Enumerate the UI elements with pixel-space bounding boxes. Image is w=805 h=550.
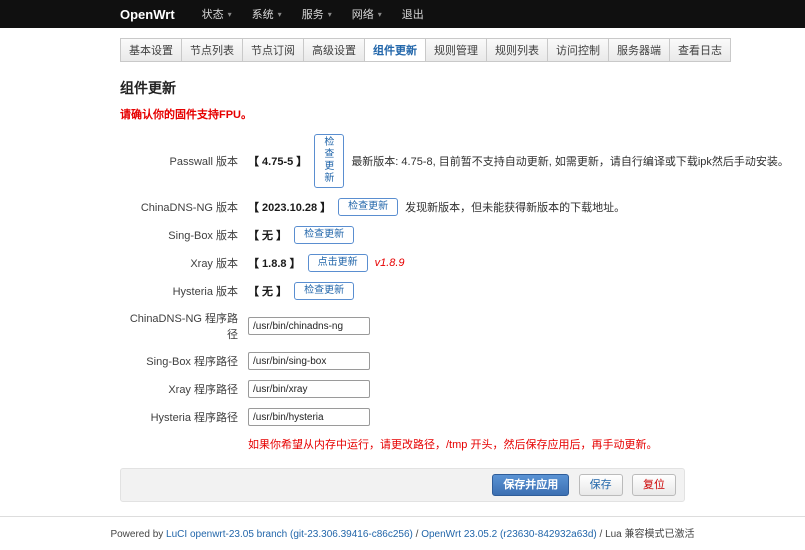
tab-rule-manage[interactable]: 规则管理: [425, 38, 487, 62]
menu-network[interactable]: 网络 ▾: [343, 0, 391, 28]
singbox-version-row: Sing-Box 版本 【 无 】 检查更新: [120, 226, 685, 244]
hysteria-path-input[interactable]: [248, 408, 370, 426]
footer-separator: /: [413, 529, 421, 540]
xray-click-update-button[interactable]: 点击更新: [308, 254, 368, 272]
menu-status[interactable]: 状态 ▾: [193, 0, 241, 28]
tab-server-side[interactable]: 服务器端: [608, 38, 670, 62]
save-apply-button[interactable]: 保存并应用: [492, 474, 569, 496]
save-button[interactable]: 保存: [579, 474, 623, 496]
page-title: 组件更新: [120, 78, 685, 98]
chinadns-version-value: 【 2023.10.28 】: [248, 199, 331, 215]
passwall-version-value: 【 4.75-5 】: [248, 153, 307, 169]
hysteria-path-row: Hysteria 程序路径: [120, 408, 685, 426]
hysteria-check-update-button[interactable]: 检查更新: [294, 282, 354, 300]
singbox-version-value: 【 无 】: [248, 227, 287, 243]
page-footer: Powered by LuCI openwrt-23.05 branch (gi…: [0, 516, 805, 550]
lua-mode-text: Lua 兼容模式已激活: [605, 529, 694, 540]
singbox-path-row: Sing-Box 程序路径: [120, 352, 685, 370]
hysteria-version-label: Hysteria 版本: [120, 283, 238, 299]
chevron-down-icon: ▾: [378, 10, 382, 19]
tab-rule-list[interactable]: 规则列表: [486, 38, 548, 62]
xray-path-input[interactable]: [248, 380, 370, 398]
tab-basic-settings[interactable]: 基本设置: [120, 38, 182, 62]
passwall-version-label: Passwall 版本: [120, 153, 238, 169]
top-navbar: OpenWrt 状态 ▾ 系统 ▾ 服务 ▾ 网络 ▾ 退出: [0, 0, 805, 28]
fpu-warning: 请确认你的固件支持FPU。: [120, 106, 685, 122]
menu-network-label: 网络: [352, 6, 374, 22]
menu-status-label: 状态: [202, 6, 224, 22]
menu-services-label: 服务: [302, 6, 324, 22]
tab-node-subscribe[interactable]: 节点订阅: [242, 38, 304, 62]
chevron-down-icon: ▾: [278, 10, 282, 19]
hysteria-version-value: 【 无 】: [248, 283, 287, 299]
xray-version-row: Xray 版本 【 1.8.8 】 点击更新 v1.8.9: [120, 254, 685, 272]
chevron-down-icon: ▾: [328, 10, 332, 19]
page-actions: 保存并应用 保存 复位: [120, 468, 685, 502]
tab-component-update[interactable]: 组件更新: [364, 38, 426, 62]
brand-logo[interactable]: OpenWrt: [120, 7, 175, 22]
passwall-version-row: Passwall 版本 【 4.75-5 】 检查更新 最新版本: 4.75-8…: [120, 134, 685, 188]
xray-new-version-note: v1.8.9: [375, 257, 405, 269]
menu-logout[interactable]: 退出: [393, 0, 433, 28]
reset-button[interactable]: 复位: [632, 474, 676, 496]
menu-services[interactable]: 服务 ▾: [293, 0, 341, 28]
xray-path-row: Xray 程序路径: [120, 380, 685, 398]
hysteria-path-label: Hysteria 程序路径: [120, 409, 238, 425]
xray-path-label: Xray 程序路径: [120, 381, 238, 397]
tab-advanced-settings[interactable]: 高级设置: [303, 38, 365, 62]
main-content: 基本设置 节点列表 节点订阅 高级设置 组件更新 规则管理 规则列表 访问控制 …: [120, 38, 685, 502]
xray-version-label: Xray 版本: [120, 255, 238, 271]
luci-version-link[interactable]: LuCI openwrt-23.05 branch (git-23.306.39…: [166, 529, 413, 540]
footer-separator: /: [597, 529, 605, 540]
chevron-down-icon: ▾: [228, 10, 232, 19]
singbox-path-label: Sing-Box 程序路径: [120, 353, 238, 369]
passwall-check-update-button[interactable]: 检查更新: [314, 134, 344, 188]
menu-logout-label: 退出: [402, 6, 424, 22]
top-menu: 状态 ▾ 系统 ▾ 服务 ▾ 网络 ▾ 退出: [193, 0, 433, 28]
menu-system[interactable]: 系统 ▾: [243, 0, 291, 28]
powered-by-text: Powered by: [110, 529, 166, 540]
chinadns-path-label: ChinaDNS-NG 程序路径: [120, 310, 238, 342]
chinadns-version-label: ChinaDNS-NG 版本: [120, 199, 238, 215]
tab-access-control[interactable]: 访问控制: [547, 38, 609, 62]
chinadns-path-row: ChinaDNS-NG 程序路径: [120, 310, 685, 342]
chinadns-path-input[interactable]: [248, 317, 370, 335]
tab-node-list[interactable]: 节点列表: [181, 38, 243, 62]
menu-system-label: 系统: [252, 6, 274, 22]
chinadns-version-note: 发现新版本，但未能获得新版本的下载地址。: [405, 199, 625, 215]
chinadns-check-update-button[interactable]: 检查更新: [338, 198, 398, 216]
chinadns-version-row: ChinaDNS-NG 版本 【 2023.10.28 】 检查更新 发现新版本…: [120, 198, 685, 216]
hysteria-version-row: Hysteria 版本 【 无 】 检查更新: [120, 282, 685, 300]
passwall-version-note: 最新版本: 4.75-8, 目前暂不支持自动更新, 如需更新，请自行编译或下载i…: [351, 153, 789, 169]
xray-version-value: 【 1.8.8 】: [248, 255, 301, 271]
tab-view-log[interactable]: 查看日志: [669, 38, 731, 62]
openwrt-version-link[interactable]: OpenWrt 23.05.2 (r23630-842932a63d): [421, 529, 597, 540]
singbox-version-label: Sing-Box 版本: [120, 227, 238, 243]
singbox-path-input[interactable]: [248, 352, 370, 370]
tab-strip: 基本设置 节点列表 节点订阅 高级设置 组件更新 规则管理 规则列表 访问控制 …: [120, 38, 685, 62]
singbox-check-update-button[interactable]: 检查更新: [294, 226, 354, 244]
